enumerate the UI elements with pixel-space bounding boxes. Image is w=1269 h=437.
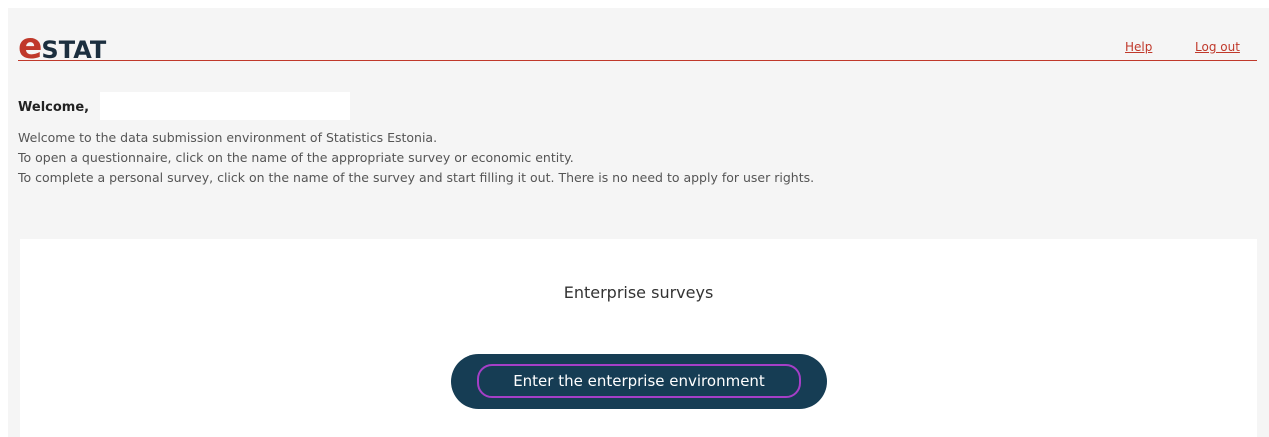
welcome-instructions: Welcome to the data submission environme…: [18, 128, 814, 188]
estat-logo: eSTAT: [18, 29, 106, 65]
enter-enterprise-environment-label: Enter the enterprise environment: [477, 364, 801, 398]
enter-enterprise-environment-button[interactable]: Enter the enterprise environment: [451, 354, 827, 409]
instruction-line: To open a questionnaire, click on the na…: [18, 150, 574, 165]
welcome-heading: Welcome,: [18, 100, 90, 115]
user-name-redacted: [100, 92, 350, 120]
enterprise-surveys-card: Enterprise surveys Enter the enterprise …: [20, 239, 1257, 437]
header-divider: [18, 60, 1257, 61]
logout-link[interactable]: Log out: [1195, 40, 1240, 54]
page: eSTAT Help Log out Welcome, Welcome to t…: [0, 0, 1269, 437]
main-panel: eSTAT Help Log out Welcome, Welcome to t…: [8, 8, 1269, 437]
instruction-line: Welcome to the data submission environme…: [18, 130, 438, 145]
enterprise-surveys-title: Enterprise surveys: [563, 283, 714, 302]
help-link[interactable]: Help: [1125, 40, 1152, 54]
instruction-line: To complete a personal survey, click on …: [18, 170, 815, 185]
